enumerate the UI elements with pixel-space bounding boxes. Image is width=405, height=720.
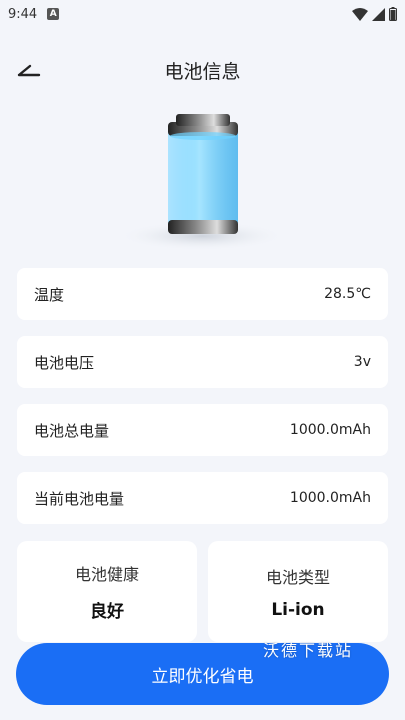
battery-illustration — [120, 108, 285, 253]
info-value: 28.5℃ — [324, 286, 371, 302]
info-row-temperature: 温度 28.5℃ — [17, 268, 388, 320]
watermark: 沃德下载站 — [263, 641, 354, 660]
info-label: 电池电压 — [34, 353, 95, 372]
info-row-current-capacity: 当前电池电量 1000.0mAh — [17, 472, 388, 524]
info-row-voltage: 电池电压 3v — [17, 336, 388, 388]
info-row-total-capacity: 电池总电量 1000.0mAh — [17, 404, 388, 456]
battery-health-card: 电池健康 良好 — [17, 541, 197, 642]
type-value: Li-ion — [271, 599, 325, 620]
battery-type-card: 电池类型 Li-ion — [208, 541, 388, 642]
back-button[interactable] — [14, 56, 44, 84]
signal-icon — [372, 7, 385, 21]
info-label: 电池总电量 — [34, 421, 110, 440]
page-title: 电池信息 — [164, 60, 241, 83]
info-value: 1000.0mAh — [289, 422, 371, 438]
notification-a-icon: A — [47, 8, 60, 20]
back-arrow-icon — [17, 64, 41, 77]
wifi-icon — [352, 7, 368, 21]
header: 电池信息 — [0, 48, 405, 92]
type-label: 电池类型 — [265, 567, 330, 587]
status-time: 9:44 — [8, 6, 38, 22]
info-value: 1000.0mAh — [289, 490, 371, 506]
battery-status-icon — [389, 7, 397, 21]
status-bar: 9:44 A — [0, 0, 405, 28]
info-label: 温度 — [34, 285, 65, 304]
health-label: 电池健康 — [74, 565, 139, 584]
health-value: 良好 — [90, 602, 124, 622]
info-value: 3v — [353, 354, 371, 370]
info-label: 当前电池电量 — [34, 489, 125, 508]
